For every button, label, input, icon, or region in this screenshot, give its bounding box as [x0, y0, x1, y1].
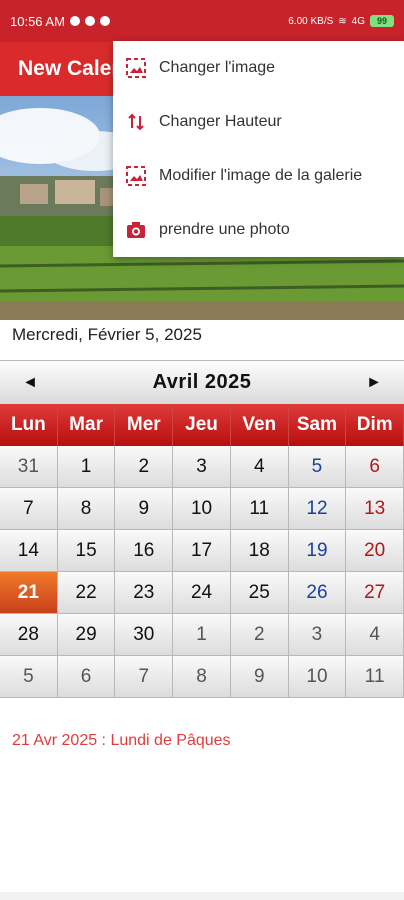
calendar-day[interactable]: 8 [173, 656, 231, 698]
calendar-day[interactable]: 2 [115, 446, 174, 488]
calendar-week: 28 29 30 1 2 3 4 [0, 614, 404, 656]
calendar-day[interactable]: 26 [288, 572, 347, 614]
calendar-day[interactable]: 28 [0, 614, 58, 656]
calendar-day[interactable]: 9 [115, 488, 174, 530]
calendar-day[interactable]: 3 [288, 614, 347, 656]
calendar-day[interactable]: 31 [0, 446, 58, 488]
calendar-day[interactable]: 4 [230, 446, 289, 488]
calendar-day[interactable]: 5 [288, 446, 347, 488]
weekday-label: Ven [231, 404, 289, 446]
calendar-week: 21 22 23 24 25 26 27 [0, 572, 404, 614]
calendar-day[interactable]: 10 [288, 656, 347, 698]
image-icon [123, 55, 149, 81]
calendar-day[interactable]: 23 [115, 572, 174, 614]
app-title: New Calendar [18, 57, 118, 80]
weekday-label: Jeu [173, 404, 231, 446]
calendar-day[interactable]: 14 [0, 530, 58, 572]
calendar-day[interactable]: 13 [346, 488, 404, 530]
calendar-day[interactable]: 6 [57, 656, 116, 698]
calendar-week: 31 1 2 3 4 5 6 [0, 446, 404, 488]
calendar-header: ◄ Avril 2025 ► [0, 360, 404, 404]
google-icon [99, 16, 110, 26]
calendar-week: 7 8 9 10 11 12 13 [0, 488, 404, 530]
calendar-day[interactable]: 17 [173, 530, 231, 572]
calendar-day[interactable]: 2 [230, 614, 289, 656]
calendar-week: 14 15 16 17 18 19 20 [0, 530, 404, 572]
wifi-icon: ≋ [338, 15, 347, 27]
calendar-day[interactable]: 12 [288, 488, 347, 530]
calendar-day[interactable]: 30 [115, 614, 174, 656]
menu-item-label: Changer Hauteur [159, 113, 282, 130]
next-month-button[interactable]: ► [344, 361, 404, 405]
menu-item-label: prendre une photo [159, 221, 290, 238]
holiday-note: 21 Avr 2025 : Lundi de Pâques [12, 732, 231, 749]
calendar-day[interactable]: 9 [230, 656, 289, 698]
overflow-menu: Changer l'image Changer Hauteur Modifier… [113, 41, 404, 257]
calendar-day[interactable]: 11 [346, 656, 404, 698]
calendar-day[interactable]: 3 [173, 446, 231, 488]
swap-vertical-icon [123, 109, 149, 135]
calendar-day[interactable]: 25 [230, 572, 289, 614]
calendar-day[interactable]: 18 [230, 530, 289, 572]
calendar-day[interactable]: 4 [346, 614, 404, 656]
calendar-day[interactable]: 19 [288, 530, 347, 572]
gallery-image-icon [123, 163, 149, 189]
calendar-day[interactable]: 7 [0, 488, 58, 530]
menu-item-label: Modifier l'image de la galerie [159, 167, 363, 184]
calendar-day[interactable]: 1 [173, 614, 231, 656]
calendar-day[interactable]: 27 [346, 572, 404, 614]
status-bar: 10:56 AM 6.00 KB/S ≋ 4G 99 [0, 0, 404, 42]
calendar-day[interactable]: 11 [230, 488, 289, 530]
weekday-label: Mer [115, 404, 174, 446]
calendar-week: 5 6 7 8 9 10 11 [0, 656, 404, 698]
calendar: ◄ Avril 2025 ► Lun Mar Mer Jeu Ven Sam D… [0, 360, 404, 700]
calendar-day[interactable]: 10 [173, 488, 231, 530]
calendar-day[interactable]: 15 [57, 530, 116, 572]
menu-item-change-image[interactable]: Changer l'image [113, 41, 404, 95]
weekday-label: Dim [346, 404, 404, 446]
prev-month-button[interactable]: ◄ [0, 361, 60, 405]
current-date: Mercredi, Février 5, 2025 [12, 325, 202, 344]
menu-item-change-height[interactable]: Changer Hauteur [113, 95, 404, 149]
calendar-day[interactable]: 29 [57, 614, 116, 656]
battery-icon: 99 [370, 15, 394, 27]
calendar-day-today[interactable]: 21 [0, 572, 58, 614]
calendar-day[interactable]: 16 [115, 530, 174, 572]
weekday-header-row: Lun Mar Mer Jeu Ven Sam Dim [0, 404, 404, 446]
menu-item-edit-gallery-image[interactable]: Modifier l'image de la galerie [113, 149, 404, 203]
menu-item-label: Changer l'image [159, 59, 276, 76]
calendar-day[interactable]: 5 [0, 656, 58, 698]
speed-indicator: 6.00 KB/S [288, 15, 334, 27]
calendar-day[interactable]: 22 [57, 572, 116, 614]
weekday-label: Mar [58, 404, 116, 446]
menu-item-take-photo[interactable]: prendre une photo [113, 203, 404, 257]
calendar-day[interactable]: 8 [57, 488, 116, 530]
status-time: 10:56 AM [10, 13, 65, 29]
calendar-day[interactable]: 7 [115, 656, 174, 698]
weekday-label: Sam [289, 404, 347, 446]
calendar-day[interactable]: 6 [346, 446, 404, 488]
calendar-day[interactable]: 24 [173, 572, 231, 614]
app-notification-icon [84, 16, 95, 26]
month-label: Avril 2025 [152, 371, 252, 393]
weekday-label: Lun [0, 404, 58, 446]
navigation-bar [0, 892, 404, 900]
calendar-grid: 31 1 2 3 4 5 6 7 8 9 10 11 12 13 14 15 1… [0, 446, 404, 698]
calendar-day[interactable]: 20 [346, 530, 404, 572]
signal-label: 4G [351, 15, 365, 27]
calendar-day[interactable]: 1 [57, 446, 116, 488]
message-icon [69, 16, 80, 26]
camera-icon [123, 217, 149, 243]
